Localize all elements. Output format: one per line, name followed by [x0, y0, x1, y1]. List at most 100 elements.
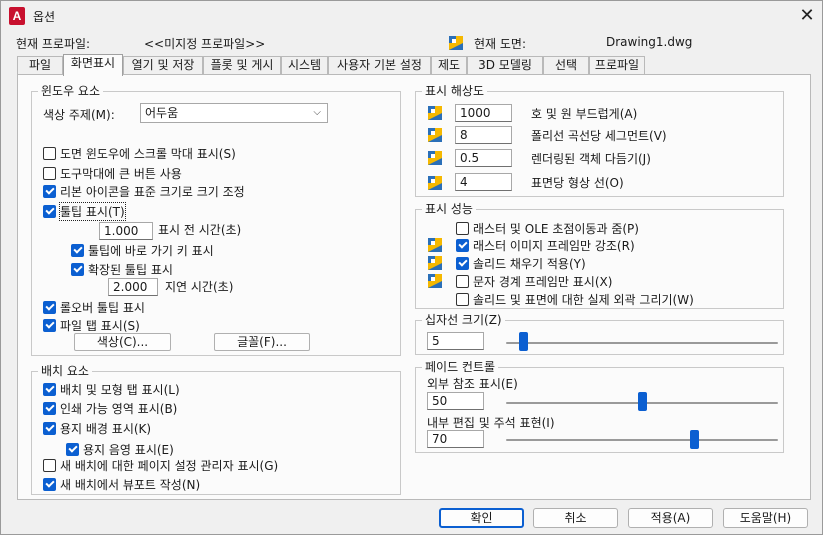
layout-elements-title: 배치 요소 — [38, 364, 92, 378]
paper-background-checkbox[interactable]: 용지 배경 표시(K) — [43, 420, 151, 437]
current-drawing-label: 현재 도면: — [474, 37, 527, 51]
checkbox-box — [43, 301, 56, 314]
tooltip-delay-input[interactable]: 1.000 — [99, 222, 153, 240]
arc-smoothness-input[interactable]: 1000 — [455, 104, 512, 122]
checkbox-label: 리본 아이콘을 표준 크기로 크기 조정 — [60, 185, 245, 199]
options-dialog: A 옵션 ✕ 현재 프로파일: <<미지정 프로파일>> 현재 도면: Draw… — [0, 0, 823, 535]
checkbox-label: 도구막대에 큰 버튼 사용 — [60, 167, 182, 181]
tab-profiles[interactable]: 프로파일 — [589, 56, 645, 75]
polyline-segments-input[interactable]: 8 — [455, 126, 512, 144]
text-frame-checkbox[interactable]: 문자 경계 프레임만 표시(X) — [456, 273, 612, 290]
checkbox-label: 롤오버 툴팁 표시 — [60, 301, 145, 315]
drawing-file-icon — [449, 36, 463, 50]
printable-area-checkbox[interactable]: 인쇄 가능 영역 표시(B) — [43, 400, 177, 417]
crosshair-size-slider-thumb[interactable] — [519, 332, 529, 351]
rollover-tooltips-checkbox[interactable]: 롤오버 툴팁 표시 — [43, 299, 145, 316]
apply-button[interactable]: 적용(A) — [628, 508, 713, 528]
layout-model-tabs-checkbox[interactable]: 배치 및 모형 탭 표시(L) — [43, 381, 180, 398]
window-title: 옵션 — [33, 10, 56, 24]
inplace-edit-input[interactable]: 70 — [427, 430, 484, 448]
xref-display-input[interactable]: 50 — [427, 392, 484, 410]
checkbox-box — [43, 478, 56, 491]
shortcut-keys-checkbox[interactable]: 툴팁에 바로 가기 키 표시 — [71, 242, 214, 259]
contour-lines-input[interactable]: 4 — [455, 173, 512, 191]
checkbox-label: 래스터 이미지 프레임만 강조(R) — [473, 239, 635, 253]
tab-system[interactable]: 시스템 — [281, 56, 328, 75]
tab-plot-publish[interactable]: 플롯 및 게시 — [203, 56, 281, 75]
cancel-button[interactable]: 취소 — [533, 508, 618, 528]
solid-fill-checkbox[interactable]: 솔리드 채우기 적용(Y) — [456, 255, 586, 272]
tab-drafting[interactable]: 제도 — [431, 56, 467, 75]
checkbox-label: 새 배치에 대한 페이지 설정 관리자 표시(G) — [60, 459, 279, 473]
color-theme-select[interactable]: 어두움 ⌵ — [140, 103, 328, 123]
tab-selection[interactable]: 선택 — [543, 56, 589, 75]
fade-control-title: 페이드 컨트롤 — [422, 360, 499, 374]
polyline-segments-icon — [428, 128, 442, 142]
close-icon: ✕ — [799, 5, 815, 26]
checkbox-box — [456, 257, 469, 270]
contour-lines-label: 표면당 형상 선(O) — [531, 176, 624, 190]
ribbon-icons-checkbox[interactable]: 리본 아이콘을 표준 크기로 크기 조정 — [43, 183, 245, 200]
checkbox-box — [456, 293, 469, 306]
checkbox-label: 도면 윈도우에 스크롤 막대 표시(S) — [60, 147, 236, 161]
scrollbars-checkbox[interactable]: 도면 윈도우에 스크롤 막대 표시(S) — [43, 145, 236, 162]
current-profile-value: <<미지정 프로파일>> — [144, 37, 266, 51]
close-button[interactable]: ✕ — [793, 3, 821, 29]
checkbox-label: 솔리드 및 표면에 대한 실제 외곽 그리기(W) — [473, 293, 694, 307]
checkbox-box — [43, 383, 56, 396]
xref-display-slider-thumb[interactable] — [637, 392, 647, 411]
checkbox-label: 문자 경계 프레임만 표시(X) — [473, 275, 613, 289]
current-profile-label: 현재 프로파일: — [16, 37, 91, 51]
rendering-smoothness-input[interactable]: 0.5 — [455, 149, 512, 167]
checkbox-label: 배치 및 모형 탭 표시(L) — [60, 383, 180, 397]
checkbox-box — [456, 222, 469, 235]
arc-smoothness-icon — [428, 106, 442, 120]
extended-delay-input[interactable]: 2.000 — [108, 278, 158, 296]
large-buttons-checkbox[interactable]: 도구막대에 큰 버튼 사용 — [43, 165, 182, 182]
tab-display[interactable]: 화면표시 — [63, 54, 123, 76]
extended-delay-label: 지연 시간(초) — [165, 280, 234, 294]
tab-3d-modeling[interactable]: 3D 모델링 — [467, 56, 543, 75]
page-setup-manager-checkbox[interactable]: 새 배치에 대한 페이지 설정 관리자 표시(G) — [43, 457, 278, 474]
extended-tooltips-checkbox[interactable]: 확장된 툴팁 표시 — [71, 261, 173, 278]
checkbox-label: 툴팁 표시(T) — [59, 202, 126, 221]
tab-files[interactable]: 파일 — [17, 56, 63, 75]
checkbox-label: 파일 탭 표시(S) — [60, 319, 140, 333]
checkbox-label: 확장된 툴팁 표시 — [88, 263, 173, 277]
contour-lines-icon — [428, 176, 442, 190]
tab-open-save[interactable]: 열기 및 저장 — [123, 56, 203, 75]
true-silhouettes-checkbox[interactable]: 솔리드 및 표면에 대한 실제 외곽 그리기(W) — [456, 291, 694, 308]
raster-image-icon — [428, 238, 442, 252]
tab-user-preferences[interactable]: 사용자 기본 설정 — [328, 56, 431, 75]
checkbox-box — [71, 244, 84, 257]
checkbox-label: 솔리드 채우기 적용(Y) — [473, 257, 586, 271]
paper-shadow-checkbox[interactable]: 용지 음영 표시(E) — [66, 441, 174, 458]
ok-button[interactable]: 확인 — [439, 508, 524, 528]
checkbox-box — [43, 185, 56, 198]
colors-button[interactable]: 색상(C)... — [74, 333, 171, 351]
file-tabs-checkbox[interactable]: 파일 탭 표시(S) — [43, 317, 140, 334]
polyline-segments-label: 폴리선 곡선당 세그먼트(V) — [531, 129, 667, 143]
current-drawing-value: Drawing1.dwg — [606, 35, 693, 49]
raster-frame-highlight-checkbox[interactable]: 래스터 이미지 프레임만 강조(R) — [456, 237, 635, 254]
crosshair-size-input[interactable]: 5 — [427, 332, 484, 350]
checkbox-box — [71, 263, 84, 276]
checkbox-box — [43, 167, 56, 180]
checkbox-label: 새 배치에서 뷰포트 작성(N) — [60, 478, 201, 492]
raster-ole-pan-zoom-checkbox[interactable]: 래스터 및 OLE 초점이동과 줌(P) — [456, 220, 639, 237]
help-button[interactable]: 도움말(H) — [723, 508, 808, 528]
rendering-smoothness-label: 렌더링된 객체 다듬기(J) — [531, 152, 651, 166]
crosshair-size-slider-track[interactable] — [506, 342, 778, 344]
create-viewport-checkbox[interactable]: 새 배치에서 뷰포트 작성(N) — [43, 476, 200, 493]
solid-fill-icon — [428, 256, 442, 270]
checkbox-label: 인쇄 가능 영역 표시(B) — [60, 402, 178, 416]
show-tooltips-checkbox[interactable]: 툴팁 표시(T) — [43, 202, 126, 221]
color-theme-label: 색상 주제(M): — [43, 108, 115, 122]
inplace-edit-slider-track[interactable] — [506, 439, 778, 441]
checkbox-label: 용지 음영 표시(E) — [83, 443, 174, 457]
inplace-edit-slider-thumb[interactable] — [690, 430, 700, 449]
checkbox-label: 래스터 및 OLE 초점이동과 줌(P) — [473, 222, 639, 236]
fonts-button[interactable]: 글꼴(F)... — [214, 333, 310, 351]
color-theme-value: 어두움 — [145, 106, 179, 120]
display-resolution-title: 표시 해상도 — [422, 84, 488, 98]
